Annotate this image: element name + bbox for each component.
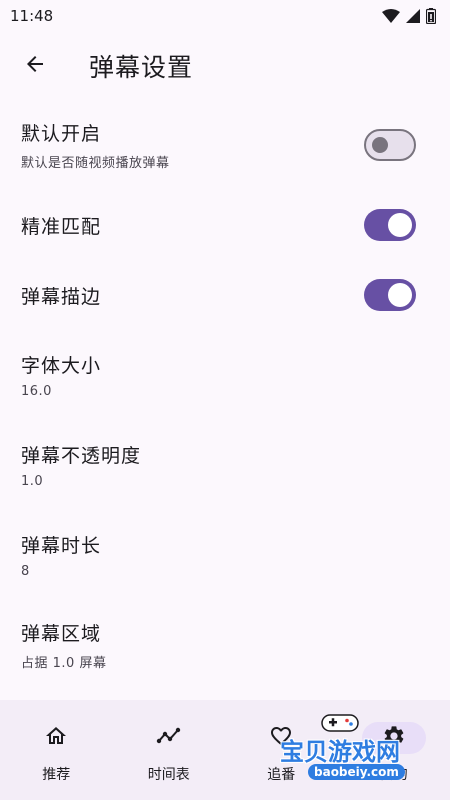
nav-item-schedule[interactable]: 时间表 xyxy=(113,700,226,800)
nav-label: 时间表 xyxy=(147,767,190,783)
setting-title: 字体大小 xyxy=(21,355,102,377)
home-icon xyxy=(44,724,68,752)
setting-value: 8 xyxy=(21,564,30,579)
setting-default-on[interactable]: 默认开启 默认是否随视频播放弹幕 xyxy=(0,100,450,190)
nav-icon-container xyxy=(137,722,201,754)
nav-icon-container xyxy=(24,722,88,754)
nav-icon-container xyxy=(249,722,313,754)
nav-label: 推荐 xyxy=(42,767,71,783)
nav-active-indicator xyxy=(361,722,426,754)
heart-icon xyxy=(269,724,293,752)
status-time: 11:48 xyxy=(10,7,54,25)
setting-opacity[interactable]: 弹幕不透明度 1.0 xyxy=(0,420,450,510)
setting-duration[interactable]: 弹幕时长 8 xyxy=(0,510,450,600)
back-button[interactable] xyxy=(11,42,59,90)
nav-item-recommend[interactable]: 推荐 xyxy=(0,700,113,800)
setting-title: 弹幕时长 xyxy=(21,535,102,557)
setting-font-size[interactable]: 字体大小 16.0 xyxy=(0,330,450,420)
nav-label: 追番 xyxy=(267,767,296,783)
bottom-nav-bar: 推荐 时间表 追番 我的 xyxy=(0,700,450,800)
setting-area[interactable]: 弹幕区域 占据 1.0 屏幕 xyxy=(0,600,450,690)
setting-value: 16.0 xyxy=(21,384,52,399)
gear-icon xyxy=(382,724,406,752)
precise-match-switch[interactable] xyxy=(364,209,416,241)
switch-knob xyxy=(372,137,388,153)
wifi-icon xyxy=(382,9,400,23)
battery-icon xyxy=(426,8,436,24)
switch-knob xyxy=(388,283,412,307)
nav-item-following[interactable]: 追番 xyxy=(225,700,338,800)
page-title: 弹幕设置 xyxy=(89,53,194,82)
arrow-back-icon xyxy=(23,52,47,80)
default-on-switch[interactable] xyxy=(364,129,416,161)
nav-label: 我的 xyxy=(379,767,408,783)
nav-item-mine[interactable]: 我的 xyxy=(338,700,450,800)
app-bar: 弹幕设置 xyxy=(0,32,450,100)
setting-precise-match[interactable]: 精准匹配 xyxy=(0,190,450,260)
switch-knob xyxy=(388,213,412,237)
signal-icon xyxy=(406,9,420,23)
setting-value: 1.0 xyxy=(21,474,44,489)
setting-title: 弹幕区域 xyxy=(21,623,102,645)
setting-stroke[interactable]: 弹幕描边 xyxy=(0,260,450,330)
status-bar: 11:48 xyxy=(0,0,450,32)
timeline-icon xyxy=(156,724,182,752)
setting-title: 弹幕不透明度 xyxy=(21,445,142,467)
setting-value: 占据 1.0 屏幕 xyxy=(21,656,107,671)
stroke-switch[interactable] xyxy=(364,279,416,311)
status-icons xyxy=(382,8,436,24)
